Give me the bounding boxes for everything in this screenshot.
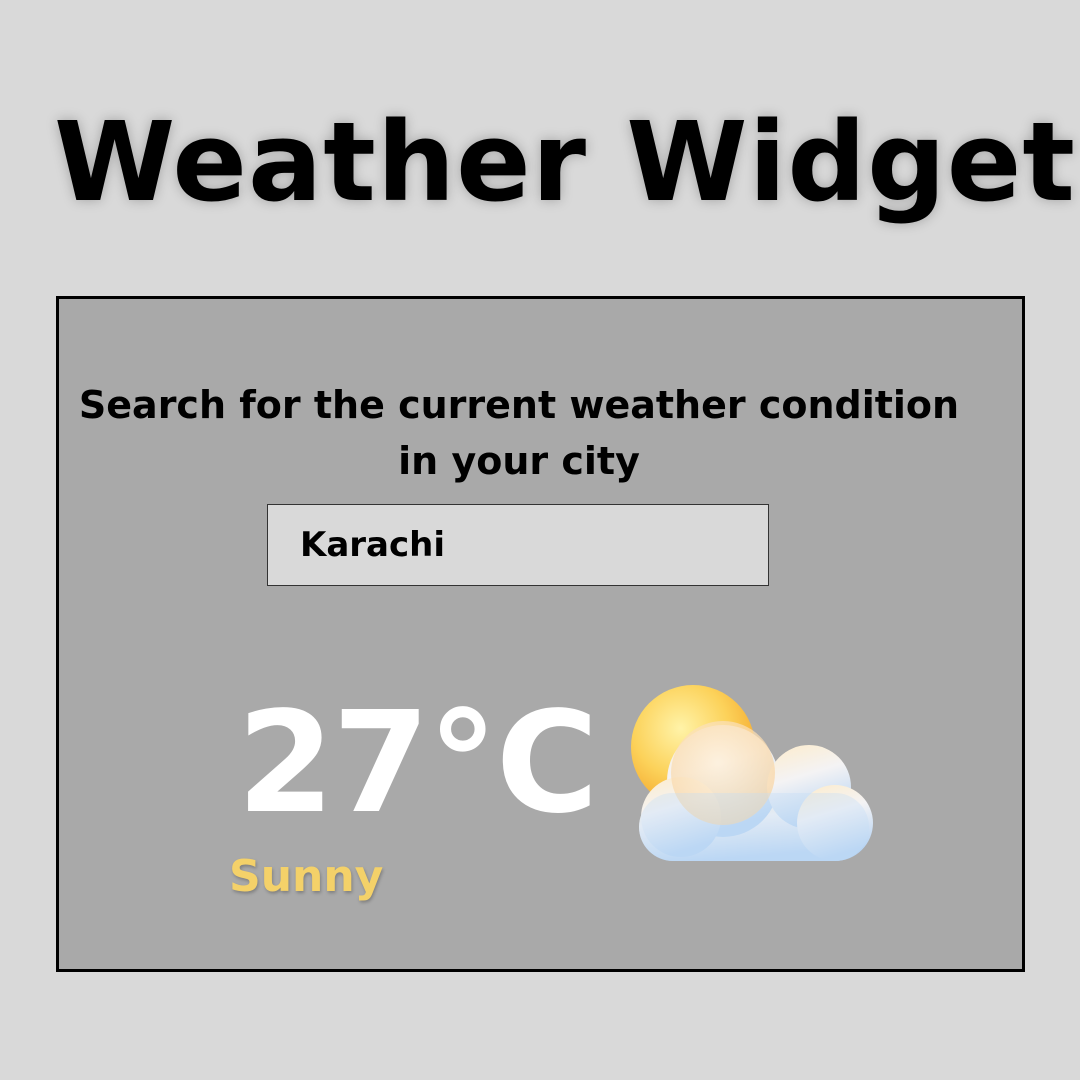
sun-behind-cloud-icon [631,685,873,861]
temperature-readout: 27°C [237,682,599,845]
city-search-input[interactable] [267,504,769,586]
page-title: Weather Widget [54,98,1076,226]
weather-condition: Sunny [229,851,384,902]
search-prompt-line-2: in your city [398,439,640,483]
search-prompt: Search for the current weather condition… [59,377,979,489]
search-prompt-line-1: Search for the current weather condition [78,383,960,427]
weather-widget: Search for the current weather condition… [56,296,1025,972]
